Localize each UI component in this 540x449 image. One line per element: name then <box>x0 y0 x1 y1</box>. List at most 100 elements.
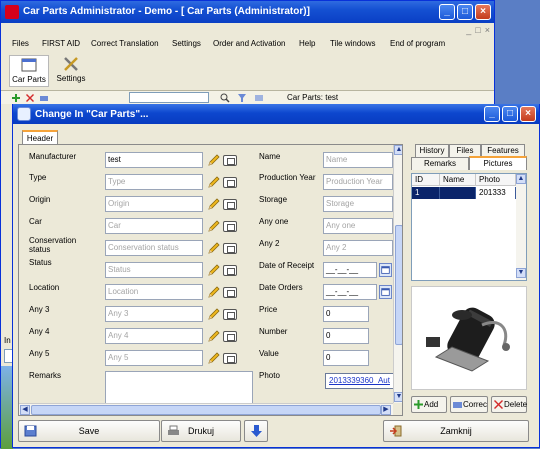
close-dialog-button[interactable]: Zamknij <box>383 420 529 442</box>
tab-remarks[interactable]: Remarks <box>411 157 469 170</box>
input-storage[interactable]: Storage <box>323 196 393 212</box>
mdi-restore-icon[interactable]: □ <box>475 25 480 35</box>
remarks-textarea[interactable] <box>105 371 253 405</box>
menu-first-aid[interactable]: FIRST AID <box>42 39 80 48</box>
clear-field-button[interactable] <box>223 287 237 298</box>
pencil-icon[interactable] <box>207 285 220 299</box>
input-origin[interactable]: Origin <box>105 196 203 212</box>
input-conservation-status[interactable]: Conservation status <box>105 240 203 256</box>
table-row[interactable]: 1 201333 <box>412 187 516 199</box>
exit-icon <box>390 425 402 437</box>
input-date-orders[interactable]: __-__-__ <box>323 284 377 300</box>
list-icon[interactable] <box>254 93 264 103</box>
grid-scroll-up-icon[interactable]: ▲ <box>516 174 526 184</box>
input-any-5[interactable]: Any 5 <box>105 350 203 366</box>
menu-order-activation[interactable]: Order and Activation <box>213 39 285 48</box>
filter-icon[interactable] <box>237 93 247 103</box>
pencil-icon[interactable] <box>207 153 220 167</box>
clear-field-button[interactable] <box>223 177 237 188</box>
clear-field-button[interactable] <box>223 309 237 320</box>
column-header-id[interactable]: ID <box>412 174 440 186</box>
search-icon[interactable] <box>220 93 230 103</box>
clear-field-button[interactable] <box>223 243 237 254</box>
main-titlebar[interactable]: Car Parts Administrator - Demo - [ Car P… <box>1 1 494 23</box>
clear-field-button[interactable] <box>223 353 237 364</box>
tab-pictures[interactable]: Pictures <box>469 156 527 170</box>
input-manufacturer[interactable]: test <box>105 152 203 168</box>
menu-correct-translation[interactable]: Correct Translation <box>91 39 159 48</box>
menu-files[interactable]: Files <box>12 39 29 48</box>
dialog-maximize-button[interactable]: □ <box>502 106 518 122</box>
input-type[interactable]: Type <box>105 174 203 190</box>
input-date-receipt[interactable]: __-__-__ <box>323 262 377 278</box>
input-any-2[interactable]: Any 2 <box>323 240 393 256</box>
clear-field-button[interactable] <box>223 265 237 276</box>
column-header-name[interactable]: Name <box>440 174 476 186</box>
correct-picture-button[interactable]: Correc <box>450 396 488 413</box>
pencil-icon[interactable] <box>207 175 220 189</box>
input-value[interactable]: 0 <box>323 350 369 366</box>
dialog-minimize-button[interactable]: _ <box>484 106 500 122</box>
filter-combo[interactable] <box>129 92 209 103</box>
photo-link[interactable]: 2013339360_Aut <box>325 373 397 389</box>
save-icon <box>24 425 37 437</box>
menu-settings[interactable]: Settings <box>172 39 201 48</box>
edit-icon[interactable] <box>39 93 49 103</box>
settings-tool-button[interactable]: Settings <box>51 55 91 87</box>
scroll-left-icon[interactable]: ◀ <box>20 405 30 415</box>
dialog-close-button[interactable]: × <box>520 106 536 122</box>
input-name[interactable]: Name <box>323 152 393 168</box>
pencil-icon[interactable] <box>207 241 220 255</box>
add-icon[interactable] <box>11 93 21 103</box>
scroll-down-icon[interactable]: ▼ <box>394 392 402 402</box>
clear-field-button[interactable] <box>223 155 237 166</box>
input-any-one[interactable]: Any one <box>323 218 393 234</box>
input-location[interactable]: Location <box>105 284 203 300</box>
grid-scrollbar[interactable]: ▲ ▼ <box>516 174 526 280</box>
mdi-minimize-icon[interactable]: _ <box>466 25 471 35</box>
delete-picture-button[interactable]: Delete <box>491 396 527 413</box>
minimize-button[interactable]: _ <box>439 4 455 20</box>
menu-end-program[interactable]: End of program <box>390 39 445 48</box>
input-any-3[interactable]: Any 3 <box>105 306 203 322</box>
input-production-year[interactable]: Production Year <box>323 174 393 190</box>
input-status[interactable]: Status <box>105 262 203 278</box>
mdi-close-icon[interactable]: × <box>485 25 490 35</box>
input-price[interactable]: 0 <box>323 306 369 322</box>
tab-history[interactable]: History <box>415 144 449 157</box>
scroll-right-icon[interactable]: ▶ <box>381 405 391 415</box>
calendar-icon[interactable] <box>379 263 392 277</box>
menu-tile-windows[interactable]: Tile windows <box>330 39 376 48</box>
column-header-photo[interactable]: Photo <box>476 174 516 186</box>
add-picture-button[interactable]: Add <box>411 396 447 413</box>
pencil-icon[interactable] <box>207 219 220 233</box>
pencil-icon[interactable] <box>207 197 220 211</box>
maximize-button[interactable]: □ <box>457 4 473 20</box>
horizontal-scroll-thumb[interactable] <box>31 405 381 415</box>
pencil-icon[interactable] <box>207 351 220 365</box>
form-vertical-scrollbar[interactable]: ▲ ▼ <box>393 145 402 403</box>
input-car[interactable]: Car <box>105 218 203 234</box>
pencil-icon[interactable] <box>207 329 220 343</box>
input-any-4[interactable]: Any 4 <box>105 328 203 344</box>
input-number[interactable]: 0 <box>323 328 369 344</box>
vertical-scroll-thumb[interactable] <box>395 225 402 345</box>
tab-header[interactable]: Header <box>22 130 58 145</box>
print-dropdown-button[interactable] <box>244 420 268 442</box>
close-button[interactable]: × <box>475 4 491 20</box>
clear-field-button[interactable] <box>223 221 237 232</box>
grid-scroll-down-icon[interactable]: ▼ <box>516 268 526 278</box>
save-button[interactable]: Save <box>18 420 160 442</box>
print-button[interactable]: Drukuj <box>161 420 241 442</box>
pencil-icon[interactable] <box>207 307 220 321</box>
menu-help[interactable]: Help <box>299 39 315 48</box>
car-parts-tool-button[interactable]: Car Parts <box>9 55 49 87</box>
clear-field-button[interactable] <box>223 199 237 210</box>
clear-field-button[interactable] <box>223 331 237 342</box>
calendar-icon[interactable] <box>379 285 392 299</box>
pencil-icon[interactable] <box>207 263 220 277</box>
form-horizontal-scrollbar[interactable]: ◀ ▶ <box>19 403 393 415</box>
dialog-titlebar[interactable]: Change In "Car Parts"... _ □ × <box>13 104 539 124</box>
scroll-up-icon[interactable]: ▲ <box>394 145 402 155</box>
delete-icon[interactable] <box>25 93 35 103</box>
